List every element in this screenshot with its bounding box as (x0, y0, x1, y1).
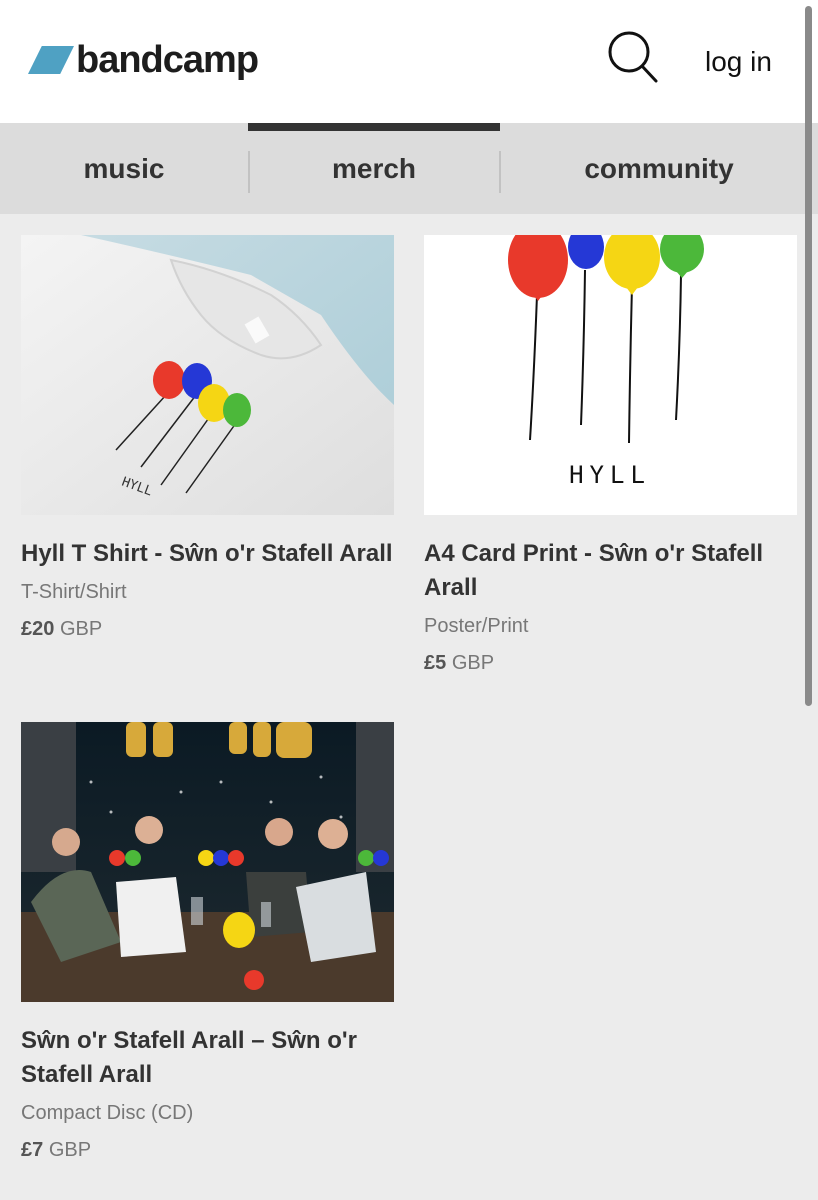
item-title[interactable]: Sŵn o'r Stafell Arall – Sŵn o'r Stafell … (21, 1024, 394, 1092)
price-amount: £5 (424, 652, 447, 674)
logo-text: bandcamp (76, 39, 259, 81)
price-currency: GBP (48, 1139, 92, 1161)
item-type: Poster/Print (424, 615, 529, 637)
item-title[interactable]: Hyll T Shirt - Sŵn o'r Stafell Arall (21, 537, 394, 571)
item-title[interactable]: A4 Card Print - Sŵn o'r Stafell Arall (424, 537, 797, 605)
price-currency: GBP (451, 652, 495, 674)
merch-item[interactable]: HYLL A4 Card Print - Sŵn o'r Stafell Ara… (424, 235, 797, 677)
login-link[interactable]: log in (705, 44, 772, 80)
top-header: bandcamp log in (0, 0, 818, 123)
bandcamp-logo[interactable]: bandcamp (28, 39, 259, 81)
logo-mark-icon (28, 46, 74, 74)
print-image[interactable]: HYLL (424, 235, 797, 515)
item-type: T-Shirt/Shirt (21, 581, 127, 603)
band-photo-image[interactable] (21, 722, 394, 1002)
merch-item[interactable]: Sŵn o'r Stafell Arall – Sŵn o'r Stafell … (21, 722, 394, 1164)
main-nav: music merch community (0, 123, 818, 214)
scrollbar[interactable] (805, 6, 812, 706)
item-type: Compact Disc (CD) (21, 1102, 194, 1124)
price-currency: GBP (59, 618, 103, 640)
item-price: £20 GBP (21, 615, 394, 643)
tab-music[interactable]: music (0, 123, 248, 214)
item-price: £7 GBP (21, 1136, 394, 1164)
tshirt-image[interactable]: HYLL (21, 235, 394, 515)
tab-merch[interactable]: merch (248, 123, 500, 214)
item-price: £5 GBP (424, 649, 797, 677)
price-amount: £7 (21, 1139, 44, 1161)
merch-item[interactable]: HYLL Hyll T Shirt - Sŵn o'r Stafell Aral… (21, 235, 394, 643)
hyll-print-text: HYLL (569, 461, 651, 489)
price-amount: £20 (21, 618, 55, 640)
tab-community[interactable]: community (500, 123, 818, 214)
search-icon[interactable] (606, 30, 660, 84)
